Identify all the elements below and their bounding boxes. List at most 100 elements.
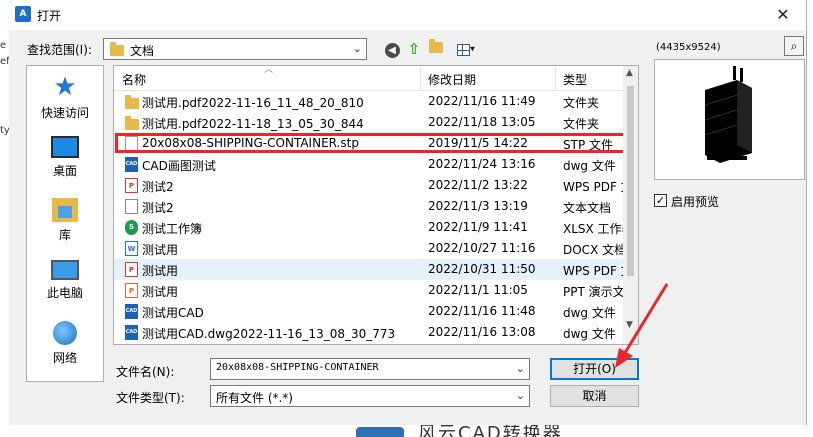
column-header-type[interactable]: 类型 — [563, 71, 587, 88]
file-date: 2022/10/27 11:16 — [428, 241, 536, 255]
background-app-title: 风云CAD转换器 — [418, 425, 563, 437]
new-folder-icon — [429, 39, 443, 53]
sort-ascending-icon: ︿ — [264, 65, 274, 75]
file-row[interactable]: W 测试用 2022/10/27 11:16 DOCX 文档 — [114, 238, 624, 259]
file-row[interactable]: P 测试用 2022/10/31 11:50 WPS PDF 文 — [114, 259, 624, 280]
file-type: 文件夹 — [563, 96, 600, 110]
place-library[interactable]: 库 — [27, 198, 103, 243]
file-type: WPS PDF 文 — [563, 180, 623, 194]
container-preview-image — [704, 66, 752, 163]
star-icon: ★ — [53, 72, 77, 102]
place-this-pc[interactable]: 此电脑 — [27, 260, 103, 301]
column-divider[interactable] — [555, 66, 556, 90]
place-label: 网络 — [52, 351, 77, 365]
file-list-header: 名称 ︿ 修改日期 类型 — [114, 66, 624, 91]
file-name: 测试用 — [142, 264, 179, 278]
filename-value: 20x08x08-SHIPPING-CONTAINER — [216, 362, 379, 373]
document-file-icon: W — [125, 241, 138, 256]
place-label: 桌面 — [52, 164, 77, 178]
file-row[interactable]: P 测试用 2022/11/1 11:05 PPT 演示文 — [114, 280, 624, 301]
file-row[interactable]: 测试2 2022/11/3 13:19 文本文档 — [114, 196, 624, 217]
filetype-select[interactable]: 所有文件 (*.*) ⌄ — [210, 385, 530, 407]
file-row[interactable]: CAD 测试用CAD.dwg2022-11-16_13_08_30_773 2022… — [114, 322, 624, 343]
cad-file-icon: CAD — [125, 157, 138, 172]
filetype-label: 文件类型(T): — [116, 391, 185, 405]
column-header-date[interactable]: 修改日期 — [428, 71, 476, 88]
folder-icon — [125, 95, 139, 109]
back-button[interactable]: ◀ — [383, 40, 401, 58]
scroll-down-icon[interactable]: ▼ — [626, 320, 633, 330]
folder-icon — [110, 42, 124, 56]
place-desktop[interactable]: 桌面 — [27, 136, 103, 179]
network-icon — [53, 321, 77, 345]
bg-fragment: e — [0, 40, 7, 51]
magnifier-icon: ⌕ — [790, 39, 798, 53]
vertical-scrollbar[interactable]: ▲ ▼ — [623, 66, 638, 344]
places-bar: ★ 快速访问 桌面 库 此电脑 网络 — [26, 65, 104, 382]
look-in-dropdown[interactable]: 文档 ⌄ — [103, 38, 367, 60]
up-folder-button[interactable]: ⇧ — [405, 40, 423, 58]
preview-zoom-button[interactable]: ⌕ — [784, 36, 804, 56]
file-type: DOCX 文档 — [563, 243, 623, 257]
stp-file-icon — [125, 136, 138, 151]
file-date: 2022/11/18 13:05 — [428, 115, 536, 129]
filetype-value: 所有文件 (*.*) — [216, 391, 293, 405]
file-type: XLSX 工作表 — [563, 222, 623, 236]
file-type: STP 文件 — [563, 138, 613, 152]
app-icon: A — [15, 6, 31, 22]
place-label: 库 — [58, 228, 71, 242]
preview-pane — [654, 59, 805, 180]
file-type: dwg 文件 — [563, 159, 616, 173]
file-row[interactable]: CAD CAD画图测试 2022/11/24 13:16 dwg 文件 — [114, 154, 624, 175]
place-network[interactable]: 网络 — [27, 321, 103, 366]
column-header-name[interactable]: 名称 — [122, 71, 146, 88]
file-name: 测试用CAD — [142, 306, 204, 320]
view-menu-button[interactable]: ▾ — [451, 40, 481, 58]
file-row[interactable]: P 测试2 2022/11/2 13:22 WPS PDF 文 — [114, 175, 624, 196]
file-name: CAD画图测试 — [142, 159, 216, 173]
file-name: 测试用.pdf2022-11-16_11_48_20_810 — [142, 96, 364, 110]
file-date: 2022/11/2 13:22 — [428, 178, 528, 192]
place-quick-access[interactable]: ★ 快速访问 — [27, 74, 103, 121]
file-row[interactable]: 测试用.pdf2022-11-18_13_05_30_844 2022/11/18… — [114, 112, 624, 133]
dropdown-arrow-icon: ▾ — [470, 44, 475, 55]
file-date: 2022/11/16 13:08 — [428, 325, 536, 339]
presentation-file-icon: P — [125, 283, 138, 298]
file-date: 2022/11/24 13:16 — [428, 157, 536, 171]
file-row[interactable]: CAD 测试用CAD 2022/11/16 11:48 dwg 文件 — [114, 301, 624, 322]
title-bar: A 打开 ✕ — [9, 0, 806, 30]
cad-file-icon: CAD — [125, 304, 138, 319]
file-row[interactable]: 测试用.pdf2022-11-16_11_48_20_810 2022/11/16… — [114, 91, 624, 112]
scrollbar-thumb[interactable] — [627, 86, 634, 276]
chevron-down-icon[interactable]: ⌄ — [516, 362, 525, 375]
file-name: 测试用.pdf2022-11-18_13_05_30_844 — [142, 117, 364, 131]
app-logo — [356, 427, 404, 437]
file-list[interactable]: 名称 ︿ 修改日期 类型 测试用.pdf2022-11-16_11_48_20_… — [113, 65, 639, 345]
cad-file-icon: CAD — [125, 325, 138, 340]
file-date: 2022/11/16 11:48 — [428, 304, 536, 318]
open-button[interactable]: 打开(O) — [550, 358, 639, 380]
open-file-dialog: A 打开 ✕ 查找范围(I): 文档 ⌄ ◀ ⇧ ▾ ★ 快速访问 桌面 库 此… — [9, 0, 807, 425]
file-date: 2022/11/1 11:05 — [428, 283, 528, 297]
place-label: 快速访问 — [40, 106, 89, 120]
folder-icon — [125, 116, 139, 130]
file-row[interactable]: S 测试工作簿 2022/11/9 11:41 XLSX 工作表 — [114, 217, 624, 238]
file-row[interactable]: 20x08x08-SHIPPING-CONTAINER.stp 2019/11/5… — [114, 133, 624, 154]
close-button[interactable]: ✕ — [760, 0, 806, 30]
filename-input[interactable]: 20x08x08-SHIPPING-CONTAINER ⌄ — [210, 358, 530, 380]
cancel-button[interactable]: 取消 — [550, 385, 639, 407]
file-name: 测试用 — [142, 243, 179, 257]
dialog-title: 打开 — [37, 9, 62, 23]
file-date: 2022/11/16 11:49 — [428, 94, 536, 108]
file-type: dwg 文件 — [563, 327, 616, 341]
column-divider[interactable] — [420, 66, 421, 90]
file-type: dwg 文件 — [563, 306, 616, 320]
file-date: 2022/11/9 11:41 — [428, 220, 528, 234]
file-type: PPT 演示文 — [563, 285, 623, 299]
desktop-icon — [51, 136, 79, 158]
file-name: 测试用 — [142, 285, 179, 299]
scroll-up-icon[interactable]: ▲ — [626, 68, 633, 78]
checkmark-icon[interactable]: ✓ — [654, 194, 667, 207]
file-name: 20x08x08-SHIPPING-CONTAINER.stp — [142, 136, 359, 150]
new-folder-button[interactable] — [427, 39, 445, 58]
